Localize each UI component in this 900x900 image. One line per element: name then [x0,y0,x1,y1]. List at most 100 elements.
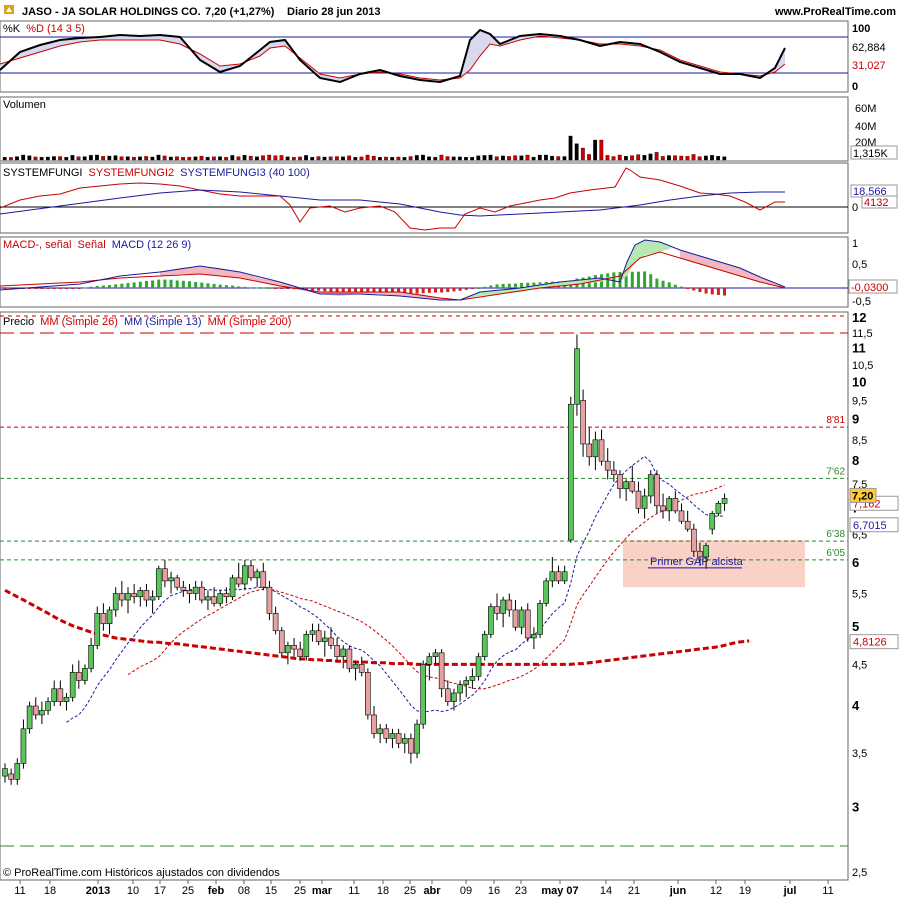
macd-bar [218,284,222,288]
macd-bar [440,288,444,293]
macd-bar [329,288,333,292]
sf-badge-2: 0 [852,202,858,214]
candle-body [512,609,519,628]
volume-bar [261,155,265,161]
candle-body [100,613,107,624]
last-price-badge: 7,20 [852,490,873,502]
sf-title-3: SYSTEMFUNGI3 (40 100) [180,167,310,179]
macd-bar [212,283,216,288]
macd-bar [452,288,456,292]
macd-bar [163,279,167,288]
volume-bar [119,156,124,161]
candle-body [272,613,279,632]
volume-bar [673,155,677,161]
macd-bar [311,288,314,291]
price-axis-label: 6 [852,555,859,570]
volume-bar [574,143,579,161]
price-axis-label: 11,5 [852,328,873,340]
candle-body [2,768,8,777]
panel-volume [0,96,849,162]
macd-bar [157,279,161,288]
candle-body [531,634,537,639]
candle-body [57,688,64,702]
volume-bar [402,157,407,161]
candle-body [580,400,586,445]
header-period: Diario 28 jun 2013 [287,6,381,18]
x-axis-label: 18 [44,885,56,897]
candle-body [235,577,242,585]
candle-body [457,684,463,694]
candle-body [383,728,390,739]
volume-bar [556,156,561,161]
candle-body [321,637,328,642]
volume-bar [470,157,475,161]
candle-body [617,474,623,490]
candle-body [278,630,285,654]
volume-bar [150,156,155,161]
stoch-d-badge: 31,027 [852,60,886,72]
macd-bar [151,280,155,288]
chart-svg: JASO - JA SOLAR HOLDINGS CO. 7,20 (+1,27… [0,0,900,897]
macd-bar [464,288,468,290]
macd-bar [723,288,727,296]
volume-bar [175,156,179,161]
candle-body [315,630,322,642]
volume-bar [181,157,186,161]
candle-body [389,733,396,739]
macd-bar [421,288,425,294]
macd-axis-neg05: -0,5 [852,296,871,308]
price-axis-label: 4 [852,698,860,713]
price-axis-label: 3,5 [852,748,867,760]
candle-body [690,528,697,552]
x-axis-label: abr [423,885,441,897]
candle-body [248,565,254,579]
candle-body [266,586,273,614]
volume-bar [593,139,598,161]
volume-bar [439,154,444,161]
macd-bar [34,288,38,289]
candle-body [469,676,476,681]
volume-bar [390,157,395,161]
x-axis-label: 09 [460,885,472,897]
x-axis: 11 18 2013 10 17 25 feb 08 15 25 mar 11 18 25 abr 09 16 2… [14,880,834,897]
candle-body [217,593,224,604]
volume-title: Volumen [3,99,46,111]
x-axis-label: mar [312,885,333,897]
x-axis-label: 19 [739,885,751,897]
candle-body [586,443,593,458]
volume-bar [611,156,616,161]
macd-bar [649,274,653,288]
price-axis-label: 3 [852,800,859,815]
price-axis-label: 12 [852,310,866,325]
macd-bar [95,285,99,288]
gap-annotation: Primer GAP alcista [650,556,744,568]
header-site[interactable]: www.ProRealTime.com [774,6,896,18]
x-axis-label: 25 [182,885,194,897]
volume-bar [494,156,499,161]
macd-title-3: MACD (12 26 9) [112,239,191,251]
volume-bar [95,154,99,161]
volume-bar [531,156,536,161]
volume-bar [421,154,425,161]
candle-body [518,609,525,628]
candle-body [119,593,125,601]
macd-bar [317,288,321,291]
macd-bar [673,284,677,288]
volume-bar [88,155,93,161]
price-title-4: MM (Simple 200) [208,316,292,328]
x-axis-label: 11 [348,885,359,897]
candle-body [377,728,383,734]
volume-bar [8,157,13,161]
volume-bar [488,154,493,161]
candle-body [309,630,316,635]
macd-bar [606,273,610,288]
volume-bar [211,156,216,161]
volume-bar [568,135,573,161]
volume-bar [500,155,505,161]
stoch-axis-100: 100 [852,23,870,35]
candle-body [63,696,70,702]
candle-body [567,403,574,541]
volume-bar [703,155,708,161]
price-axis-label: 10 [852,374,866,389]
candle-body [303,634,310,657]
